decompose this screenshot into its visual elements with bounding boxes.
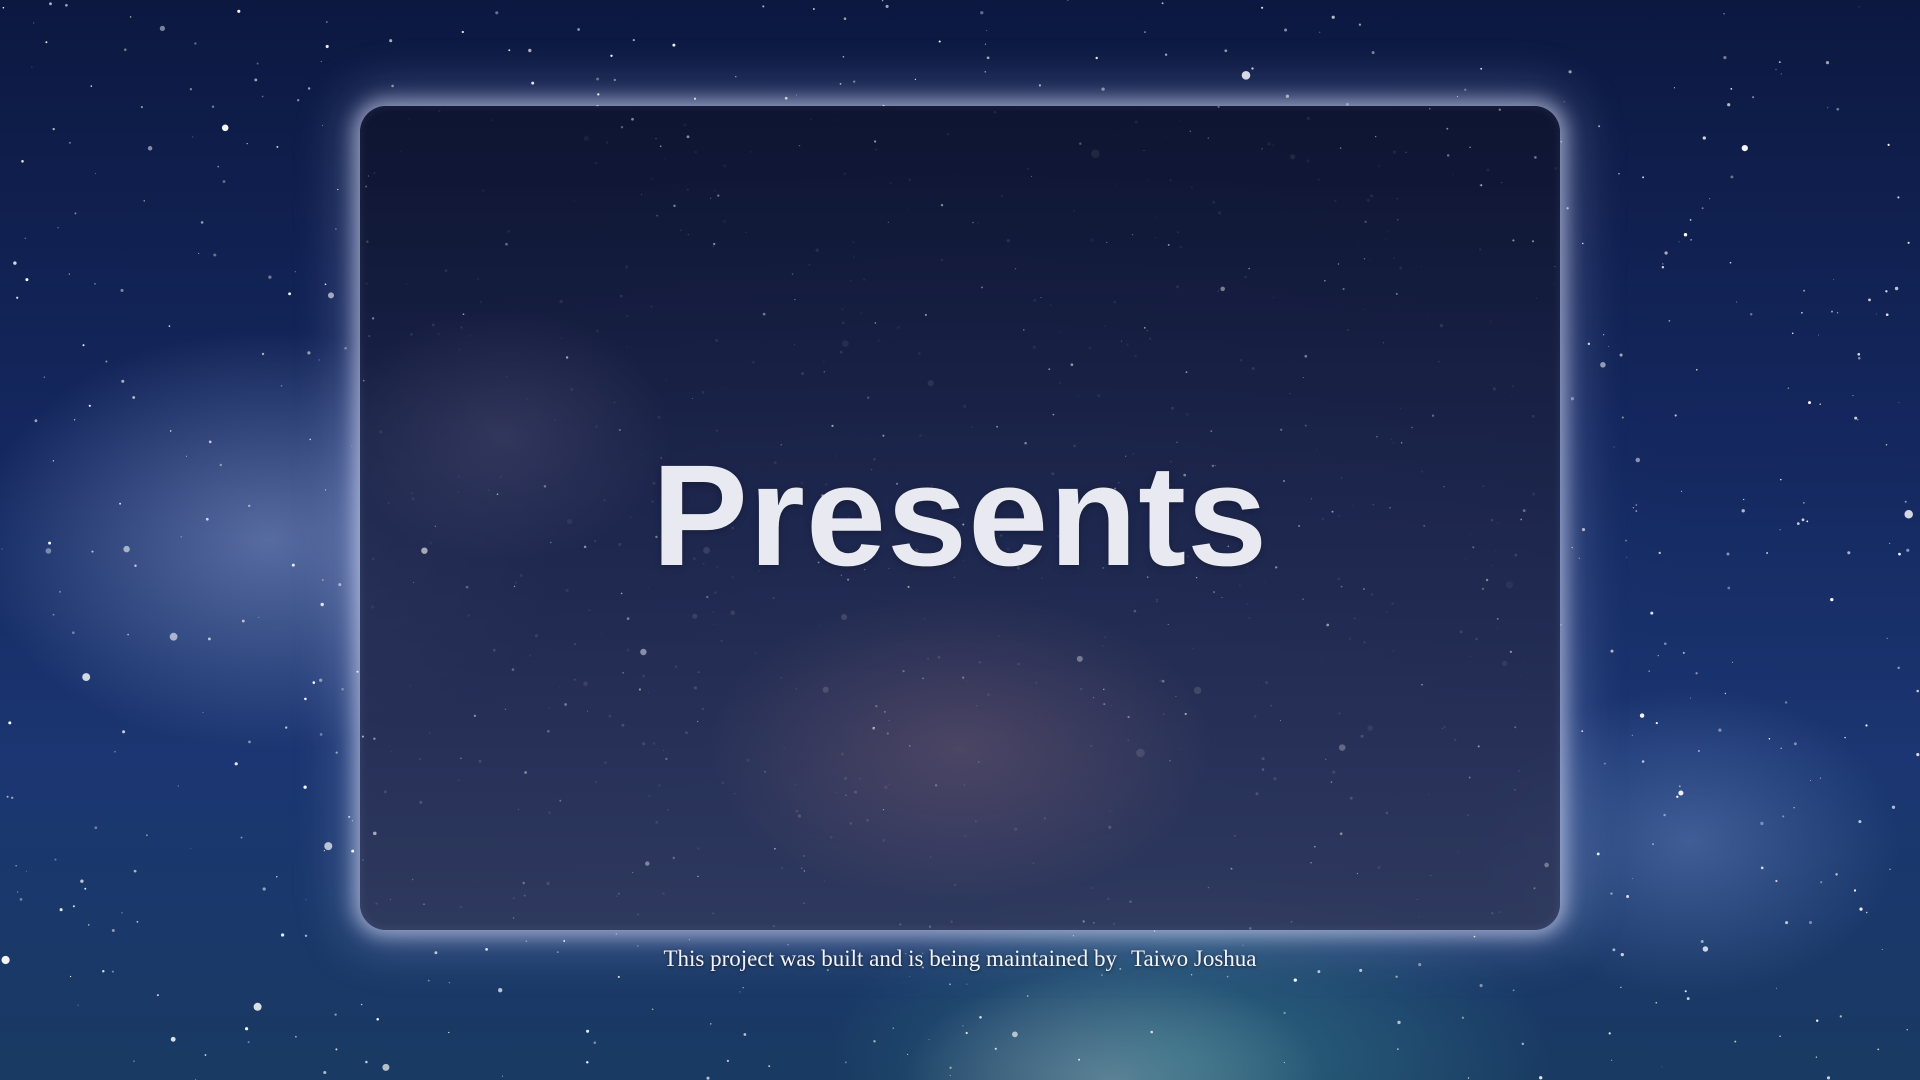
author-name: Taiwo Joshua [1131, 946, 1257, 971]
credit-text: This project was built and is being main… [663, 946, 1117, 971]
footer-credit: This project was built and is being main… [0, 944, 1920, 974]
page-title: Presents [651, 435, 1269, 596]
glass-card: Presents [360, 106, 1560, 930]
